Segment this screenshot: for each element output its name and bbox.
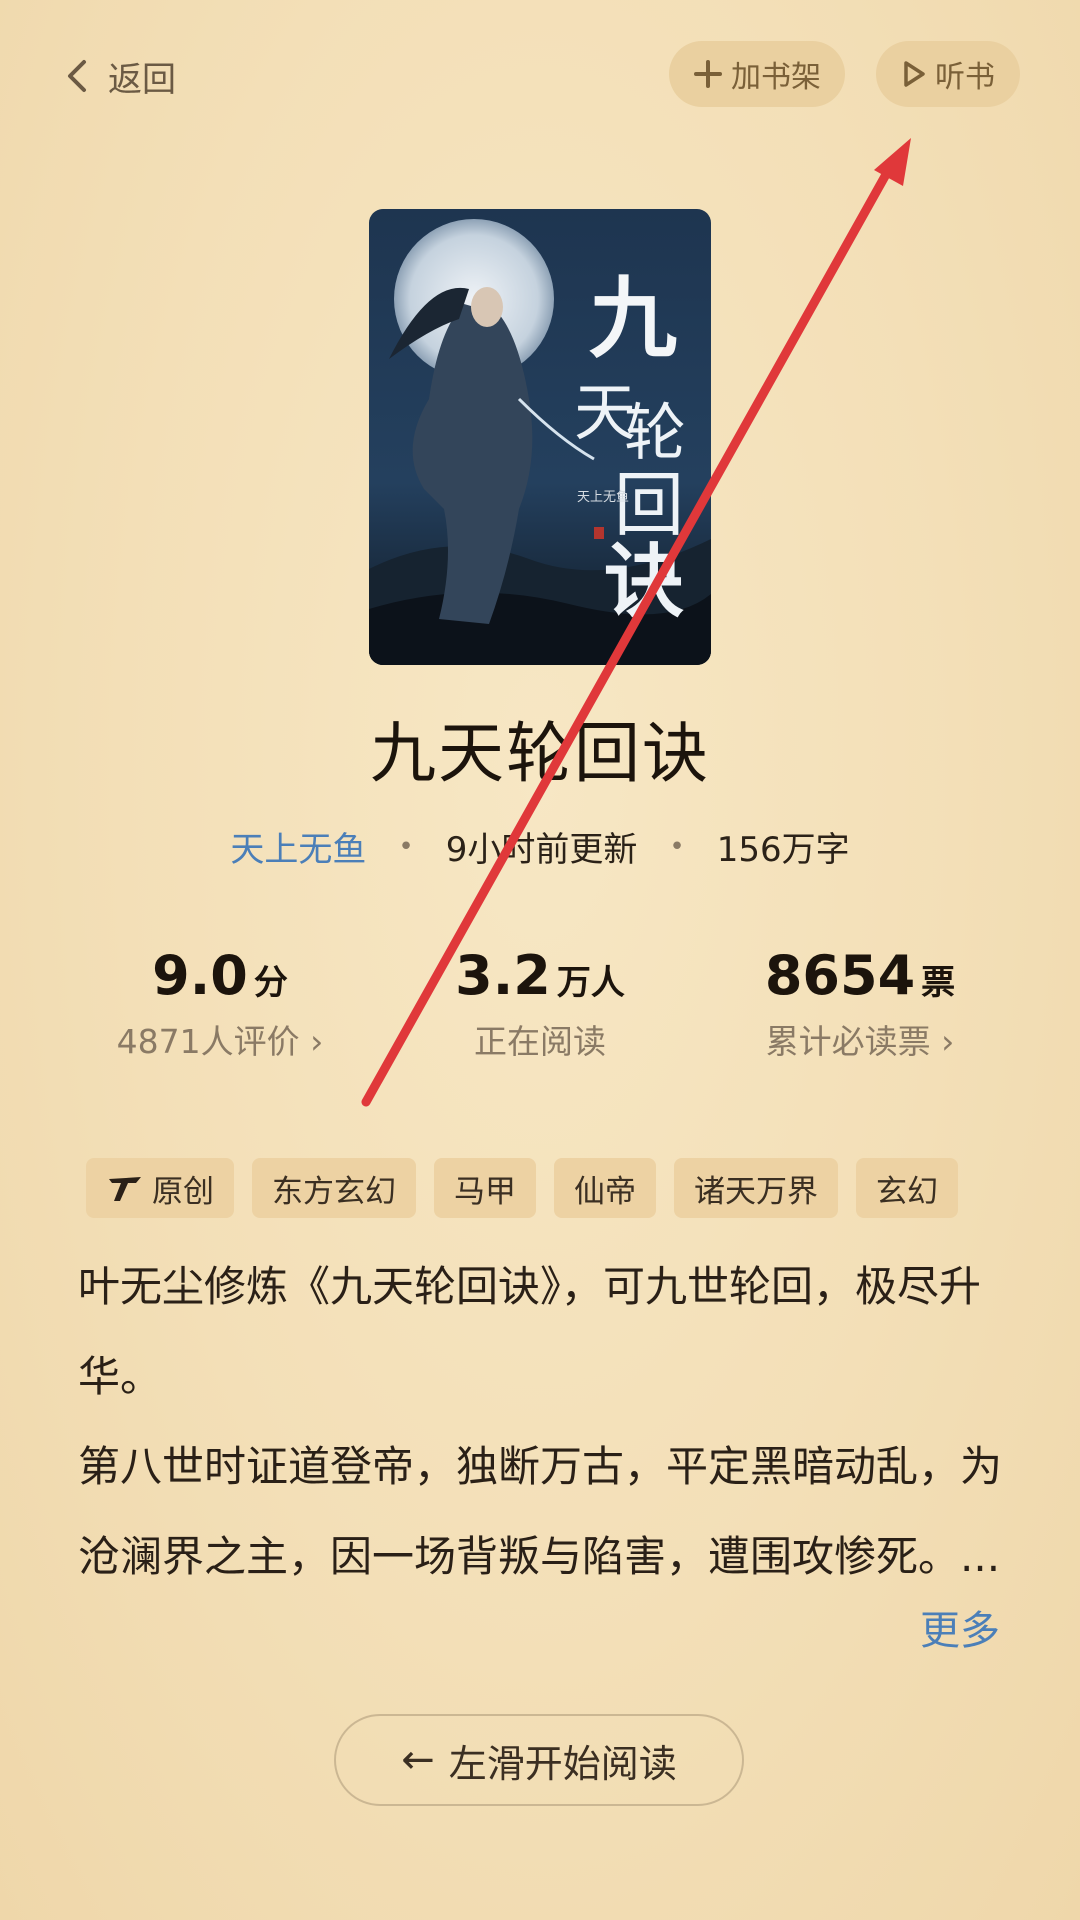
add-to-shelf-button[interactable]: 加书架	[669, 41, 845, 107]
start-reading-button[interactable]: ← 左滑开始阅读	[334, 1714, 744, 1806]
add-to-shelf-label: 加书架	[731, 60, 821, 95]
start-reading-label: 左滑开始阅读	[448, 1741, 677, 1786]
votes-unit: 票	[921, 963, 956, 1003]
tag-label: 原创	[152, 1173, 214, 1210]
book-cover[interactable]: 九 天 轮 回 诀 天上无鱼	[369, 209, 711, 665]
cover-title-char-1: 九	[589, 266, 677, 370]
votes-stat[interactable]: 8654 票 累计必读票 ›	[695, 944, 1025, 1063]
book-title: 九天轮回诀	[370, 715, 710, 792]
votes-value: 8654	[764, 944, 916, 1007]
rating-stat[interactable]: 9.0 分 4871人评价 ›	[55, 944, 385, 1063]
book-meta: 天上无鱼 • 9小时前更新 • 156万字	[0, 822, 1080, 871]
readers-stat: 3.2 万人 正在阅读	[375, 944, 705, 1063]
plus-icon	[694, 60, 722, 88]
author-link[interactable]: 天上无鱼	[230, 822, 366, 871]
tag-item[interactable]: 马甲	[434, 1158, 536, 1218]
back-button[interactable]: 返回	[62, 52, 176, 100]
cover-author: 天上无鱼	[577, 489, 629, 505]
tag-list: 原创 东方玄幻 马甲 仙帝 诸天万界 玄幻	[86, 1158, 958, 1218]
tag-item[interactable]: 仙帝	[554, 1158, 656, 1218]
tag-item[interactable]: 诸天万界	[674, 1158, 838, 1218]
stats-row: 9.0 分 4871人评价 › 3.2 万人 正在阅读 8654 票 累计必读票 ›	[0, 944, 1080, 1074]
separator-dot: •	[398, 831, 414, 862]
tag-item[interactable]: 东方玄幻	[252, 1158, 416, 1218]
book-description: 叶无尘修炼《九天轮回诀》，可九世轮回，极尽升华。 第八世时证道登帝，独断万古，平…	[78, 1242, 1008, 1602]
rating-unit: 分	[253, 963, 288, 1003]
description-paragraph: 叶无尘修炼《九天轮回诀》，可九世轮回，极尽升华。	[78, 1262, 982, 1401]
tag-item[interactable]: 玄幻	[856, 1158, 958, 1218]
rating-caption: 4871人评价 ›	[116, 1022, 324, 1061]
votes-caption: 累计必读票 ›	[765, 1022, 955, 1061]
word-count: 156万字	[716, 830, 850, 870]
cover-title-char-3: 轮	[624, 396, 686, 469]
original-badge-icon	[109, 1177, 141, 1201]
separator-dot: •	[669, 831, 685, 862]
cover-art: 九 天 轮 回 诀 天上无鱼	[369, 209, 711, 665]
listen-button[interactable]: 听书	[876, 41, 1020, 107]
listen-label: 听书	[935, 60, 995, 95]
more-link[interactable]: 更多	[920, 1598, 1000, 1656]
top-bar: 返回 加书架 听书	[0, 0, 1080, 150]
arrow-left-icon: ←	[401, 1737, 435, 1783]
readers-caption: 正在阅读	[474, 1022, 606, 1061]
play-icon	[904, 61, 925, 87]
tag-original[interactable]: 原创	[86, 1158, 234, 1218]
update-time: 9小时前更新	[445, 830, 638, 870]
description-paragraph: 第八世时证道登帝，独断万古，平定黑暗动乱，为沧澜界之主，因一场背叛与陷害，遭围攻…	[78, 1442, 1003, 1581]
back-label: 返回	[108, 59, 176, 100]
readers-unit: 万人	[556, 963, 625, 1003]
chevron-left-icon	[68, 60, 86, 92]
readers-value: 3.2	[455, 944, 551, 1007]
cover-title-char-5: 诀	[604, 534, 684, 628]
rating-value: 9.0	[152, 944, 248, 1007]
